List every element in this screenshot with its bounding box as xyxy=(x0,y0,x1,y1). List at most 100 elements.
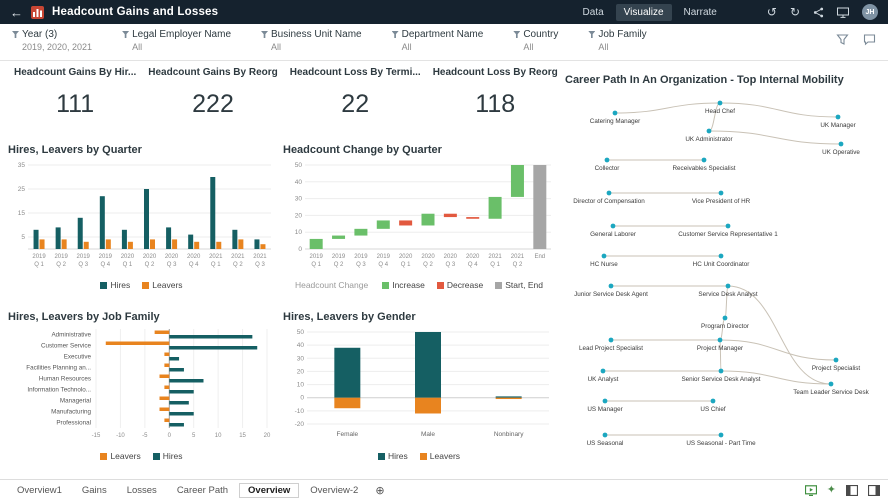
svg-text:2020: 2020 xyxy=(466,254,480,260)
legend-item[interactable]: Start, End xyxy=(495,280,543,290)
horizontal-bar-plot[interactable]: -15-10-505101520AdministrativeCustomer S… xyxy=(8,326,275,448)
svg-text:0: 0 xyxy=(300,395,304,402)
svg-text:Manufacturing: Manufacturing xyxy=(51,409,91,416)
chart-hires-leavers-by-gender[interactable]: Hires, Leavers by Gender -20-10010203040… xyxy=(283,311,555,461)
waterfall-plot[interactable]: 010203040502019Q 12019Q 22019Q 32019Q 42… xyxy=(283,159,555,277)
filter-pill[interactable]: Country All xyxy=(513,29,558,52)
svg-text:30: 30 xyxy=(295,196,303,203)
limit-values-icon[interactable] xyxy=(836,33,849,46)
svg-text:2020: 2020 xyxy=(143,254,157,260)
redo-icon[interactable]: ↻ xyxy=(790,6,800,18)
share-icon[interactable] xyxy=(813,7,824,18)
svg-text:Q 4: Q 4 xyxy=(189,262,199,268)
filter-funnel-icon xyxy=(12,31,19,38)
mode-tab-label: Data xyxy=(583,7,604,18)
back-button[interactable]: ← xyxy=(10,5,23,20)
canvas-tab[interactable]: Overview xyxy=(239,483,299,498)
kpi-tile[interactable]: Headcount Loss By Termi... 22 xyxy=(284,65,427,119)
filter-bar: Year (3) 2019, 2020, 2021 Legal Employer… xyxy=(0,24,888,61)
svg-text:2019: 2019 xyxy=(77,254,91,260)
add-canvas-button[interactable]: ⊕ xyxy=(375,484,384,497)
chart-hires-leavers-by-quarter[interactable]: Hires, Leavers by Quarter 51525352019Q 1… xyxy=(8,144,275,290)
svg-text:-10: -10 xyxy=(295,408,305,415)
chart-hires-leavers-by-job-family[interactable]: Hires, Leavers by Job Family -15-10-5051… xyxy=(8,311,275,461)
filter-pill[interactable]: Business Unit Name All xyxy=(261,29,362,52)
chart-legend: Leavers Hires xyxy=(8,451,275,461)
svg-text:Team Leader Service Desk: Team Leader Service Desk xyxy=(793,389,869,396)
legend-item[interactable]: Hires xyxy=(153,451,183,461)
diverging-column-plot[interactable]: -20-1001020304050FemaleMaleNonbinary xyxy=(283,326,555,448)
svg-text:10: 10 xyxy=(215,433,222,439)
kpi-title: Headcount Loss By Termi... xyxy=(290,67,421,78)
filter-bar-actions xyxy=(836,29,876,46)
present-icon[interactable] xyxy=(837,7,849,18)
mode-tab[interactable]: Visualize xyxy=(616,4,672,21)
mode-tab[interactable]: Narrate xyxy=(676,4,725,21)
avatar[interactable]: JH xyxy=(862,4,878,20)
legend-item[interactable]: Leavers xyxy=(100,451,140,461)
filter-value: All xyxy=(132,42,231,52)
mode-tab-label: Visualize xyxy=(624,7,664,18)
kpi-tile[interactable]: Headcount Gains By Hir... 111 xyxy=(8,65,142,119)
filter-pill[interactable]: Department Name All xyxy=(392,29,484,52)
canvas-tab[interactable]: Gains xyxy=(73,483,116,498)
filter-pill[interactable]: Job Family All xyxy=(588,29,646,52)
undo-icon[interactable]: ↺ xyxy=(767,6,777,18)
notes-icon[interactable] xyxy=(863,33,876,46)
canvas-tab[interactable]: Losses xyxy=(118,483,166,498)
grouped-bar-plot[interactable]: 51525352019Q 12019Q 22019Q 32019Q 42020Q… xyxy=(8,159,275,277)
legend-item[interactable]: Increase xyxy=(382,280,425,290)
svg-text:Q 1: Q 1 xyxy=(34,262,44,268)
canvas-tab[interactable]: Career Path xyxy=(168,483,237,498)
svg-text:-20: -20 xyxy=(295,421,305,428)
auto-insights-icon[interactable]: ✦ xyxy=(827,485,836,496)
legend-item[interactable]: Hires xyxy=(100,280,130,290)
svg-text:2020: 2020 xyxy=(399,254,413,260)
legend-item[interactable]: Hires xyxy=(378,451,408,461)
svg-text:UK Operative: UK Operative xyxy=(822,149,860,156)
svg-text:US Seasonal - Part Time: US Seasonal - Part Time xyxy=(686,440,756,447)
filter-pill[interactable]: Year (3) 2019, 2020, 2021 xyxy=(12,29,92,52)
svg-text:Catering Manager: Catering Manager xyxy=(590,118,640,125)
svg-text:Q 2: Q 2 xyxy=(233,262,243,268)
svg-text:Q 3: Q 3 xyxy=(446,262,456,268)
mode-tab[interactable]: Data xyxy=(575,4,612,21)
svg-text:2020: 2020 xyxy=(121,254,135,260)
career-path-network-panel[interactable]: Career Path In An Organization - Top Int… xyxy=(565,74,883,461)
legend-item[interactable]: Leavers xyxy=(142,280,182,290)
chart-headcount-change-by-quarter[interactable]: Headcount Change by Quarter 010203040502… xyxy=(283,144,555,290)
chart-title: Headcount Change by Quarter xyxy=(283,144,555,156)
chart-title: Hires, Leavers by Job Family xyxy=(8,311,275,323)
svg-text:5: 5 xyxy=(21,234,25,241)
kpi-title: Headcount Loss By Reorg xyxy=(433,67,558,78)
bar-chart-glyph xyxy=(33,8,42,17)
grammar-panel-icon[interactable] xyxy=(846,485,858,496)
canvas-tab[interactable]: Overview-2 xyxy=(301,483,367,498)
network-diagram-plot[interactable]: Catering ManagerHead ChefUK ManagerUK Ad… xyxy=(565,89,883,461)
svg-text:30: 30 xyxy=(297,355,305,362)
svg-text:Customer Service Representativ: Customer Service Representative 1 xyxy=(678,231,778,238)
svg-text:Junior Service Desk Agent: Junior Service Desk Agent xyxy=(574,291,648,298)
svg-text:2021: 2021 xyxy=(231,254,245,260)
svg-text:Q 1: Q 1 xyxy=(401,262,411,268)
canvas-tab[interactable]: Overview1 xyxy=(8,483,71,498)
svg-text:-10: -10 xyxy=(116,433,125,439)
svg-text:Q 4: Q 4 xyxy=(100,262,110,268)
svg-text:Administrative: Administrative xyxy=(51,332,91,339)
legend-item[interactable]: Leavers xyxy=(420,451,460,461)
kpi-tile[interactable]: Headcount Loss By Reorg 118 xyxy=(427,65,564,119)
svg-text:50: 50 xyxy=(297,329,305,336)
filter-value: 2019, 2020, 2021 xyxy=(22,42,92,52)
svg-text:Male: Male xyxy=(421,431,435,438)
svg-text:Receivables Specialist: Receivables Specialist xyxy=(673,165,736,172)
svg-text:Lead Project Specialist: Lead Project Specialist xyxy=(579,345,643,352)
legend-item[interactable]: Decrease xyxy=(437,280,483,290)
svg-text:40: 40 xyxy=(297,342,305,349)
chart-title: Hires, Leavers by Gender xyxy=(283,311,555,323)
canvas-tab-label: Overview xyxy=(248,485,290,496)
svg-text:US Manager: US Manager xyxy=(587,406,622,413)
preview-icon[interactable] xyxy=(805,485,817,496)
kpi-tile[interactable]: Headcount Gains By Reorg 222 xyxy=(142,65,283,119)
properties-panel-icon[interactable] xyxy=(868,485,880,496)
filter-pill[interactable]: Legal Employer Name All xyxy=(122,29,231,52)
